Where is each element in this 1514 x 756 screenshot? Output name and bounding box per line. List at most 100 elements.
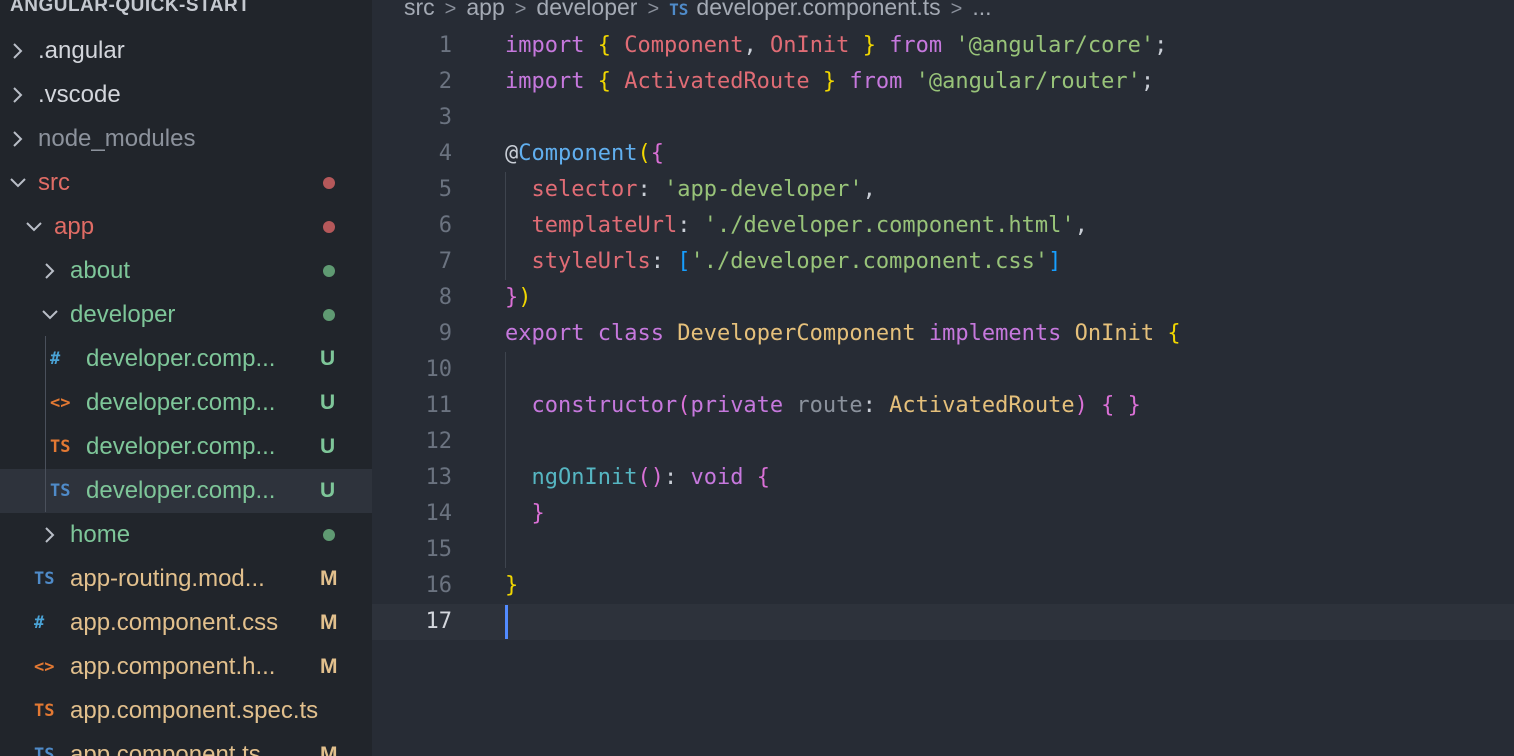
typescript-file-icon: TS — [34, 745, 55, 756]
chevron-right-icon: > — [950, 0, 963, 20]
chevron-down-icon[interactable] — [24, 205, 46, 249]
chevron-down-icon[interactable] — [8, 161, 30, 205]
folder-item[interactable]: home — [0, 513, 372, 557]
code-editor[interactable]: src > app > developer > TS developer.component.… — [372, 0, 1514, 756]
code-line[interactable]: 13 ngOnInit(): void { — [372, 460, 1514, 496]
line-number: 9 — [438, 321, 452, 346]
code-token: class — [597, 321, 664, 346]
explorer-sidebar: ANGULAR-QUICK-START .angular .vscode node_… — [0, 0, 372, 756]
code-line[interactable]: 8}) — [372, 280, 1514, 316]
folder-item[interactable]: .vscode — [0, 73, 372, 117]
line-number: 8 — [438, 285, 452, 310]
code-token: } — [505, 285, 519, 310]
code-text: }) — [505, 280, 532, 316]
tree-item-label: app-routing.mod... — [70, 565, 265, 592]
file-item[interactable]: # app.component.css M — [0, 601, 372, 645]
code-line[interactable]: 15 — [372, 532, 1514, 568]
code-line[interactable]: 9 export class DeveloperComponent impleme… — [372, 316, 1514, 352]
project-title[interactable]: ANGULAR-QUICK-START — [10, 0, 250, 18]
code-line[interactable]: 1 import { Component, OnInit } from '@ang… — [372, 28, 1514, 64]
line-number: 14 — [425, 501, 453, 526]
code-token: { — [1167, 321, 1181, 346]
line-number: 3 — [438, 105, 452, 130]
chevron-right-icon[interactable] — [8, 73, 30, 117]
code-token: './developer.component.css' — [690, 249, 1049, 274]
breadcrumb-more[interactable]: ... — [972, 0, 991, 20]
chevron-right-icon[interactable] — [40, 513, 62, 557]
code-token: , — [862, 177, 876, 202]
git-status-dot — [323, 529, 335, 541]
file-item[interactable]: TS app-routing.mod... M — [0, 557, 372, 601]
breadcrumb-item-src[interactable]: src — [404, 0, 435, 20]
git-status-badge: M — [320, 743, 338, 756]
chevron-right-icon: > — [514, 0, 527, 20]
code-line[interactable]: 4 @Component({ — [372, 136, 1514, 172]
code-line[interactable]: 3 — [372, 100, 1514, 136]
code-token: Component — [624, 33, 744, 58]
chevron-right-icon[interactable] — [8, 29, 30, 73]
code-token: } — [862, 33, 876, 58]
code-line[interactable]: 17 — [372, 604, 1514, 640]
code-token: : — [637, 177, 664, 202]
breadcrumb: src > app > developer > TS developer.component.… — [404, 0, 991, 22]
git-status-badge: U — [320, 435, 336, 458]
code-text: templateUrl: './developer.component.html… — [505, 208, 1088, 244]
code-line[interactable]: 2 import { ActivatedRoute } from '@angula… — [372, 64, 1514, 100]
chevron-down-icon[interactable] — [40, 293, 62, 337]
breadcrumb-item-developer[interactable]: developer — [536, 0, 637, 20]
code-line[interactable]: 5 selector: 'app-developer', — [372, 172, 1514, 208]
line-number: 2 — [438, 69, 452, 94]
code-line[interactable]: 10 — [372, 352, 1514, 388]
tree-item-label: .vscode — [38, 81, 121, 108]
code-line[interactable]: 14 } — [372, 496, 1514, 532]
css-file-icon: # — [50, 349, 61, 369]
tree-item-label: developer.comp... — [86, 477, 276, 504]
folder-item[interactable]: .angular — [0, 29, 372, 73]
folder-item[interactable]: src — [0, 161, 372, 205]
git-status-dot — [323, 309, 335, 321]
code-token: } — [822, 69, 837, 94]
tree-item-label: about — [70, 257, 131, 284]
breadcrumb-item-app[interactable]: app — [466, 0, 504, 20]
file-item[interactable]: TS developer.comp... U — [0, 469, 372, 513]
code-token: 'app-developer' — [663, 177, 863, 202]
code-line[interactable]: 7 styleUrls: ['./developer.component.css… — [372, 244, 1514, 280]
chevron-right-icon[interactable] — [8, 117, 30, 161]
code-token: Component — [518, 141, 638, 166]
code-line[interactable]: 6 templateUrl: './developer.component.ht… — [372, 208, 1514, 244]
code-line[interactable]: 16} — [372, 568, 1514, 604]
code-token: private — [690, 393, 784, 418]
code-text: } — [505, 496, 545, 532]
tree-item-label: developer.comp... — [86, 389, 276, 416]
tree-item-label: developer.comp... — [86, 433, 276, 460]
folder-item[interactable]: node_modules — [0, 117, 372, 161]
line-number: 12 — [425, 429, 453, 454]
file-item[interactable]: <> developer.comp... U — [0, 381, 372, 425]
git-status-badge: M — [320, 567, 338, 590]
typescript-file-icon: TS — [50, 437, 71, 457]
folder-item[interactable]: about — [0, 249, 372, 293]
chevron-right-icon: > — [444, 0, 457, 20]
folder-item[interactable]: app — [0, 205, 372, 249]
code-token: OnInit — [769, 33, 850, 58]
file-item[interactable]: TS app.component.spec.ts — [0, 689, 372, 733]
line-number: 7 — [438, 249, 452, 274]
git-status-dot — [323, 177, 335, 189]
file-item[interactable]: TS app.component.ts M — [0, 733, 372, 756]
breadcrumb-item-file[interactable]: developer.component.ts — [696, 0, 940, 20]
file-item[interactable]: <> app.component.h... M — [0, 645, 372, 689]
code-line[interactable]: 11 constructor(private route: ActivatedR… — [372, 388, 1514, 424]
file-item[interactable]: # developer.comp... U — [0, 337, 372, 381]
chevron-right-icon[interactable] — [40, 249, 62, 293]
code-token: DeveloperComponent — [677, 321, 916, 346]
code-line[interactable]: 12 — [372, 424, 1514, 460]
file-item[interactable]: TS developer.comp... U — [0, 425, 372, 469]
code-token: selector — [531, 177, 638, 202]
folder-item[interactable]: developer — [0, 293, 372, 337]
typescript-file-icon: TS — [50, 481, 71, 501]
